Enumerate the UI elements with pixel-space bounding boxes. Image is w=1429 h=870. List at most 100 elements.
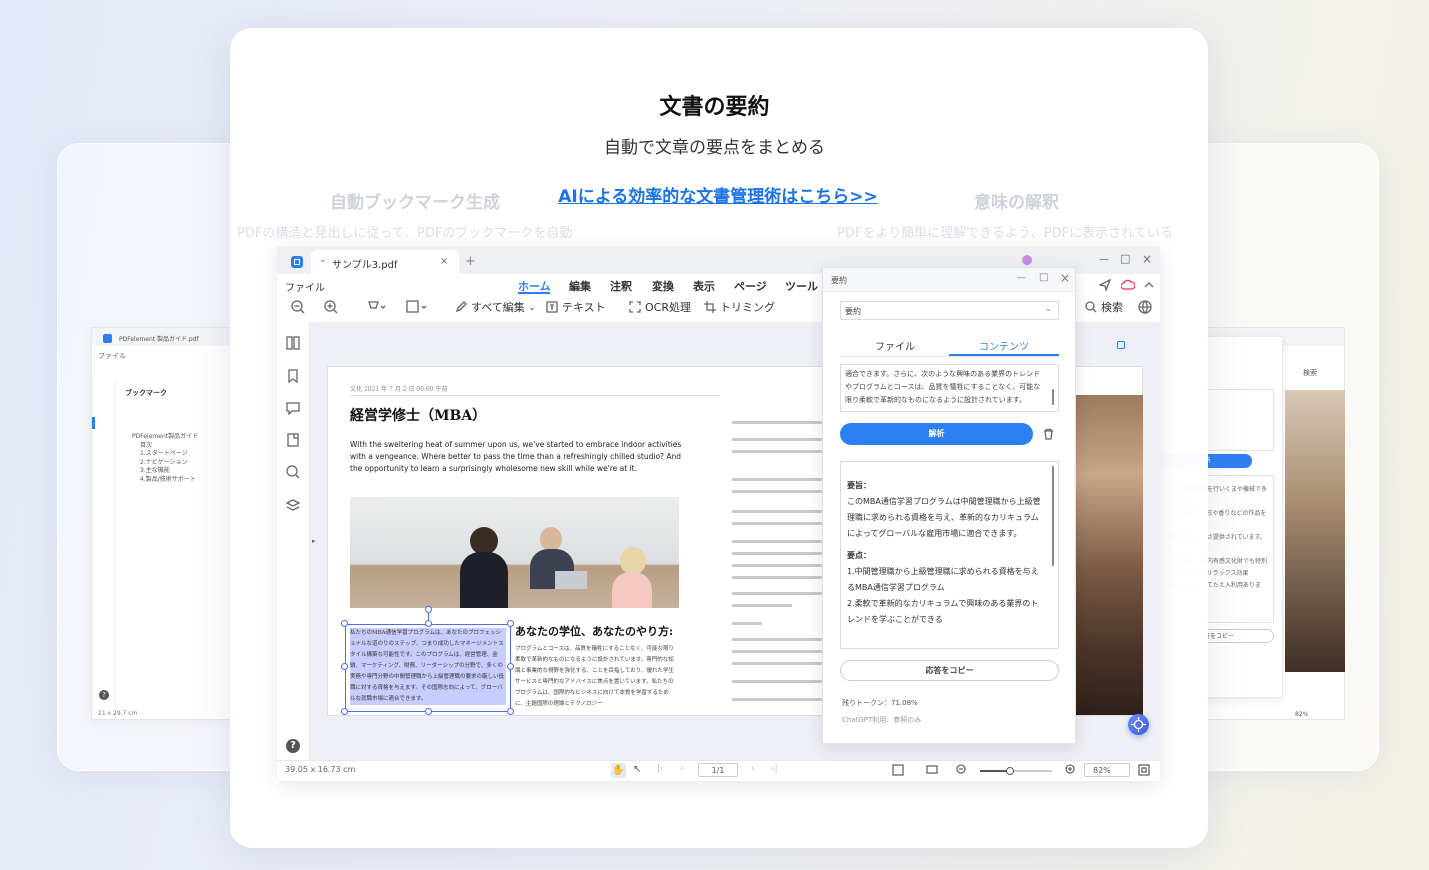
menu-edit[interactable]: 編集 xyxy=(569,278,591,294)
new-tab-icon[interactable]: + xyxy=(465,254,476,269)
expand-arrow-icon[interactable]: ▸ xyxy=(312,537,316,545)
cloud-icon[interactable] xyxy=(1121,279,1135,291)
prev-page-icon[interactable]: ‹ xyxy=(680,764,684,774)
layers-icon[interactable] xyxy=(286,499,300,513)
bookmark-item[interactable]: PDFelement製品ガイド xyxy=(132,433,198,442)
next-page-icon[interactable]: › xyxy=(751,764,755,774)
analyze-button[interactable]: 解析 xyxy=(840,423,1033,445)
bookmark-item[interactable]: 3.主な機能 xyxy=(132,467,198,476)
panel-minimize-icon[interactable]: — xyxy=(1017,273,1026,283)
zoom-in-icon[interactable] xyxy=(324,300,338,314)
maximize-icon[interactable]: □ xyxy=(1120,252,1130,265)
ai-panel-toggle-icon[interactable] xyxy=(1113,337,1129,353)
shape-tool-icon[interactable] xyxy=(406,300,428,314)
resize-handle[interactable] xyxy=(341,663,348,670)
right-zoom-value[interactable]: 82% xyxy=(1295,711,1308,718)
attachment-icon[interactable] xyxy=(286,433,300,447)
edit-all-label: すべて編集 xyxy=(471,301,525,314)
doc-subheading: あなたの学位、あなたのやり方: xyxy=(515,625,674,638)
chevron-down-icon: ⌄ xyxy=(1044,304,1052,314)
menu-active-underline xyxy=(518,292,550,294)
page-number-input[interactable]: 1/1 xyxy=(698,763,738,777)
hero-title: 文書の要約 xyxy=(659,95,770,120)
fullscreen-icon[interactable] xyxy=(1138,764,1150,776)
first-page-icon[interactable]: |‹ xyxy=(657,764,664,774)
resize-handle[interactable] xyxy=(507,620,514,627)
left-panel-title: ブックマーク xyxy=(125,389,167,397)
resize-handle[interactable] xyxy=(425,606,432,613)
panel-maximize-icon[interactable]: □ xyxy=(1039,272,1048,283)
menu-tools[interactable]: ツール xyxy=(785,278,818,294)
copy-response-button[interactable]: 応答をコピー xyxy=(840,660,1059,681)
bookmark-icon[interactable] xyxy=(286,369,300,383)
input-scrollbar[interactable] xyxy=(1052,389,1054,405)
tab-close-icon[interactable]: × xyxy=(440,256,448,267)
trim-button[interactable]: トリミング xyxy=(704,299,775,315)
resize-handle[interactable] xyxy=(507,663,514,670)
text-button[interactable]: テキスト xyxy=(546,299,606,315)
tab-chevron-icon: ⌄ xyxy=(319,255,327,265)
search-button[interactable]: 検索 xyxy=(1085,299,1123,315)
doc-date: 文化 2021 年 7 月 2 日 00:00 午前 xyxy=(350,386,448,393)
ocr-button[interactable]: OCR処理 xyxy=(629,299,691,315)
resize-handle[interactable] xyxy=(425,620,432,627)
help-icon[interactable]: ? xyxy=(286,739,300,753)
last-page-icon[interactable]: ›| xyxy=(771,764,778,774)
left-file-menu[interactable]: ファイル xyxy=(98,351,126,361)
resize-handle[interactable] xyxy=(341,708,348,715)
zoom-in-status-icon[interactable] xyxy=(1065,764,1077,776)
search-icon xyxy=(1085,301,1097,313)
zoom-out-status-icon[interactable] xyxy=(956,764,968,776)
hero-link[interactable]: AIによる効率的な文書管理術はこちら>> xyxy=(0,182,1429,207)
help-icon[interactable]: ? xyxy=(99,690,109,700)
menu-page[interactable]: ページ xyxy=(734,278,767,294)
bookmark-item[interactable]: 2.ナビゲーション xyxy=(132,459,198,468)
user-avatar[interactable] xyxy=(1022,255,1032,265)
panel-close-icon[interactable]: × xyxy=(1060,271,1070,285)
share-icon[interactable] xyxy=(1099,279,1111,291)
bookmark-active-marker xyxy=(92,417,95,429)
comment-icon[interactable] xyxy=(286,401,300,415)
right-search-label[interactable]: 検索 xyxy=(1303,368,1317,378)
highlight-tool-icon[interactable] xyxy=(367,300,387,314)
zoom-slider-handle[interactable] xyxy=(1006,767,1014,775)
resize-handle[interactable] xyxy=(425,708,432,715)
fit-page-icon[interactable] xyxy=(892,764,904,776)
tab-file[interactable]: ファイル xyxy=(875,338,915,353)
selected-text-box[interactable]: 私たちのMBA通信学習プログラムは、あなたのプロフェッショナルな道のりのステップ… xyxy=(345,624,511,712)
menu-convert[interactable]: 変換 xyxy=(652,278,674,294)
ocr-label: OCR処理 xyxy=(645,301,691,314)
window-close-icon[interactable]: × xyxy=(1142,252,1152,266)
collapse-icon[interactable] xyxy=(1143,279,1155,291)
file-menu[interactable]: ファイル xyxy=(285,279,325,294)
bookmark-item[interactable]: 4.製品/技術サポート xyxy=(132,476,198,485)
bookmark-item[interactable]: 1.スタートページ xyxy=(132,450,198,459)
zoom-out-icon[interactable] xyxy=(291,300,305,314)
app-logo-icon xyxy=(291,256,303,268)
thumbnails-icon[interactable] xyxy=(286,336,300,350)
hand-tool-icon[interactable]: ✋ xyxy=(611,763,626,778)
right-feature-desc: PDFをより簡単に理解できるよう、PDFに表示されている xyxy=(837,226,1173,241)
resize-handle[interactable] xyxy=(341,620,348,627)
trim-label: トリミング xyxy=(720,301,775,314)
ai-assistant-button[interactable] xyxy=(1128,714,1149,735)
resize-handle[interactable] xyxy=(507,708,514,715)
select-tool-icon[interactable]: ↖ xyxy=(633,764,641,775)
search-icon[interactable] xyxy=(286,465,300,479)
trash-icon[interactable] xyxy=(1043,428,1054,440)
minimize-icon[interactable]: — xyxy=(1099,254,1109,265)
menu-view[interactable]: 表示 xyxy=(693,278,715,294)
edit-all-button[interactable]: すべて編集 ⌄ xyxy=(455,299,536,315)
result-scrollbar[interactable] xyxy=(1052,466,1054,566)
menu-annotate[interactable]: 注釈 xyxy=(610,278,632,294)
left-tab-title[interactable]: PDFelement 製品ガイド.pdf xyxy=(119,334,199,343)
bookmark-item[interactable]: 目次 xyxy=(132,442,198,451)
zoom-slider[interactable] xyxy=(980,767,1052,775)
summary-input-box[interactable]: 適合できます。さらに、次のような興味のある業界のトレンドやプログラムとコースは、… xyxy=(840,364,1059,412)
translate-icon[interactable] xyxy=(1138,300,1152,314)
page-layout-icon[interactable] xyxy=(926,764,938,776)
tab-content[interactable]: コンテンツ xyxy=(979,338,1029,353)
summary-mode-dropdown[interactable]: 要約 ⌄ xyxy=(840,301,1059,320)
zoom-select[interactable]: 82% xyxy=(1084,763,1130,777)
summary-panel-title: 要約 xyxy=(831,276,847,285)
